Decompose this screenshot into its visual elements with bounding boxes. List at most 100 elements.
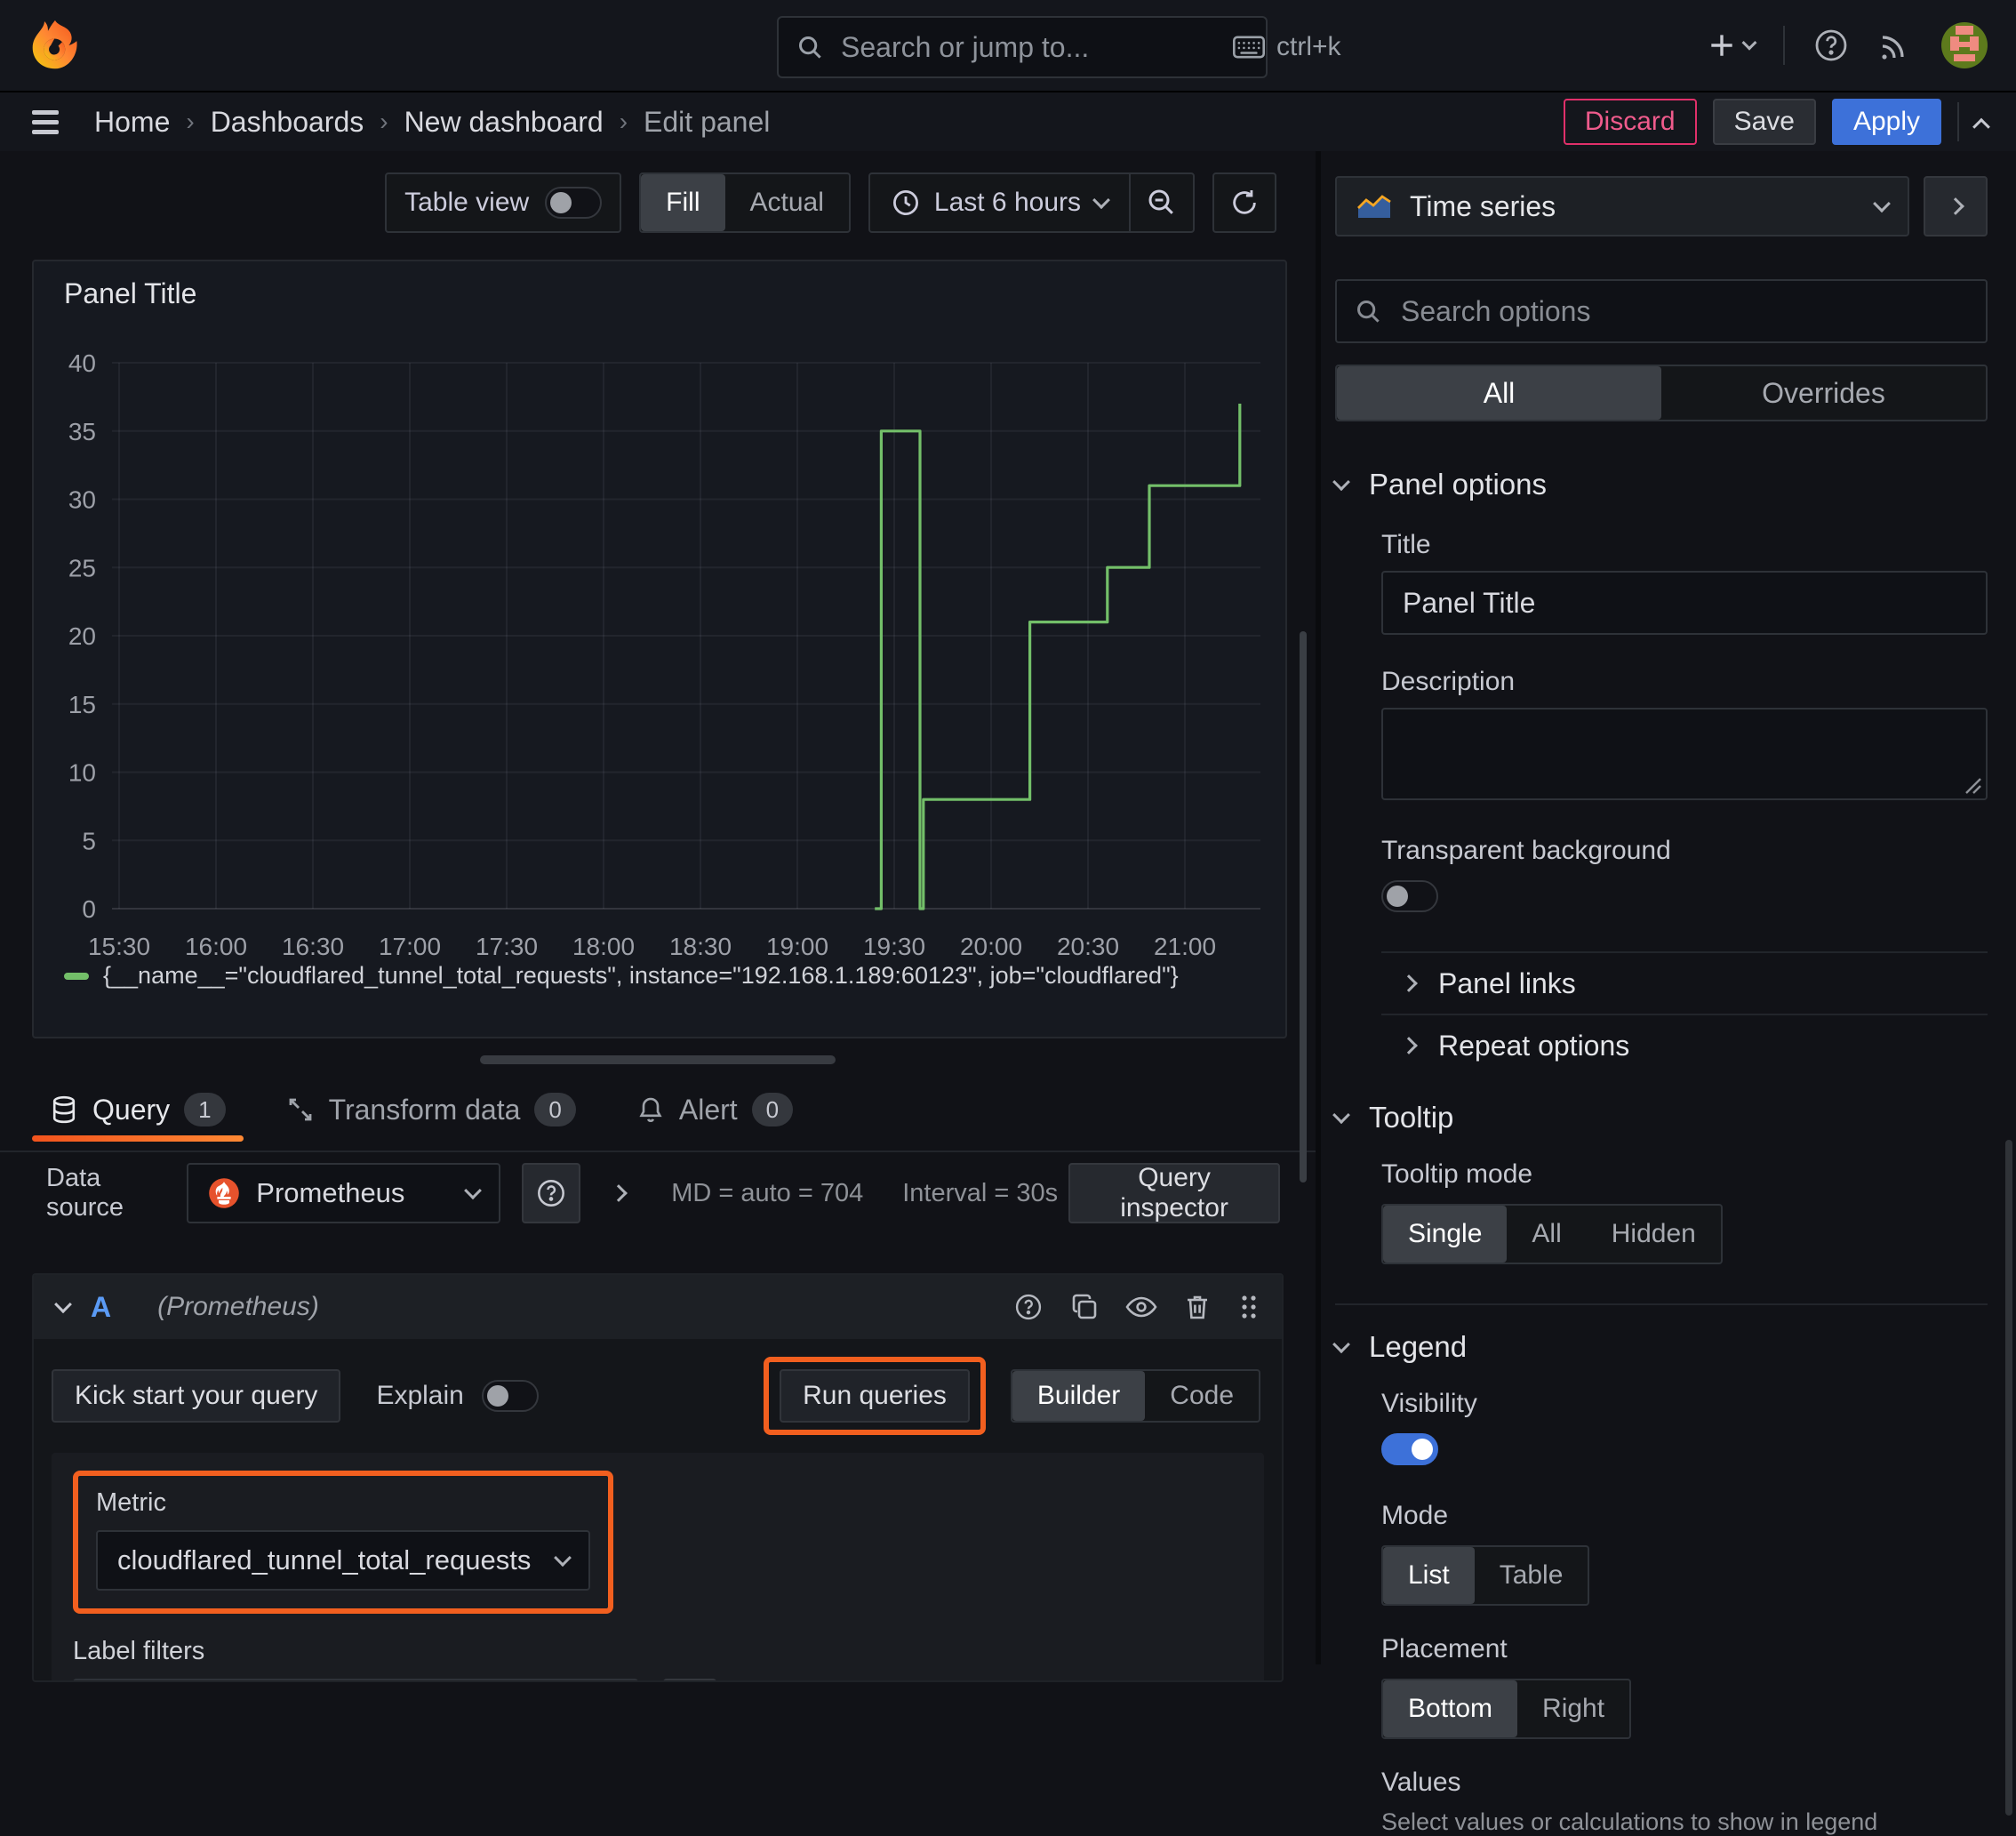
chevron-down-icon <box>464 1182 483 1200</box>
grafana-logo-icon[interactable] <box>28 19 82 72</box>
tab-transform[interactable]: Transform data 0 <box>286 1085 576 1134</box>
divider <box>1335 1303 1988 1305</box>
select-label-dropdown[interactable]: Select label <box>75 1680 284 1682</box>
breadcrumb-new-dashboard[interactable]: New dashboard <box>404 106 604 139</box>
visualization-select[interactable]: Time series <box>1335 176 1909 237</box>
sidebar-scrollbar[interactable] <box>2005 1140 2012 1816</box>
news-rss-button[interactable] <box>1877 28 1913 63</box>
drag-handle-icon[interactable] <box>1237 1293 1259 1321</box>
code-option[interactable]: Code <box>1145 1371 1259 1421</box>
select-value-dropdown[interactable]: Select value <box>367 1680 583 1682</box>
breadcrumb-home[interactable]: Home <box>94 106 170 139</box>
topbar-actions <box>1707 22 1988 68</box>
toggle-visibility-icon[interactable] <box>1125 1293 1157 1321</box>
kick-start-query-button[interactable]: Kick start your query <box>52 1369 341 1423</box>
resize-handle[interactable] <box>480 1055 836 1064</box>
panel-title-input[interactable] <box>1381 571 1988 635</box>
apply-button[interactable]: Apply <box>1831 99 1941 145</box>
discard-button[interactable]: Discard <box>1563 99 1697 145</box>
chart-legend[interactable]: {__name__="cloudflared_tunnel_total_requ… <box>64 962 1179 990</box>
tooltip-all-option[interactable]: All <box>1507 1206 1586 1263</box>
panel-options-header[interactable]: Panel options <box>1332 468 1988 501</box>
placement-bottom-option[interactable]: Bottom <box>1383 1680 1518 1737</box>
datasource-label: Data source <box>46 1164 124 1222</box>
placement-right-option[interactable]: Right <box>1517 1680 1629 1737</box>
actual-option[interactable]: Actual <box>725 174 849 231</box>
global-search[interactable]: ctrl+k <box>777 16 1341 78</box>
x-tick-label: 20:00 <box>960 933 1022 960</box>
datasource-help-button[interactable] <box>522 1163 581 1223</box>
metric-select[interactable]: cloudflared_tunnel_total_requests <box>96 1530 590 1591</box>
tooltip-title: Tooltip <box>1369 1101 1454 1134</box>
tab-overrides[interactable]: Overrides <box>1661 366 1986 420</box>
legend-list-option[interactable]: List <box>1383 1547 1475 1604</box>
remove-filter-button[interactable]: ✕ <box>583 1680 636 1682</box>
y-tick-label: 5 <box>82 827 96 854</box>
chart-panel[interactable]: Panel Title 15:30 16:00 16:30 17:00 17:30 18:… <box>32 260 1287 1038</box>
collapse-options-button[interactable] <box>1924 176 1988 237</box>
repeat-options-label: Repeat options <box>1438 1029 1630 1062</box>
x-tick-label: 18:00 <box>572 933 635 960</box>
legend-header[interactable]: Legend <box>1332 1330 1988 1364</box>
chevron-down-icon <box>1873 195 1891 213</box>
tooltip-hidden-option[interactable]: Hidden <box>1587 1206 1721 1263</box>
query-editor-card: A (Prometheus) Kick start your query Exp… <box>32 1273 1284 1682</box>
repeat-options-section[interactable]: Repeat options <box>1381 1015 1988 1076</box>
tab-alert[interactable]: Alert 0 <box>636 1085 794 1134</box>
add-filter-button[interactable]: + <box>662 1679 716 1680</box>
breadcrumb-dashboards[interactable]: Dashboards <box>211 106 364 139</box>
user-avatar[interactable] <box>1941 22 1988 68</box>
help-button[interactable] <box>1813 28 1849 63</box>
search-options-input[interactable] <box>1397 293 1968 330</box>
main-scrollbar[interactable] <box>1300 631 1307 1183</box>
breadcrumb: Home › Dashboards › New dashboard › Edit… <box>94 106 770 139</box>
query-datasource-hint: (Prometheus) <box>157 1292 319 1321</box>
explain-toggle[interactable] <box>481 1380 539 1412</box>
query-row-header[interactable]: A (Prometheus) <box>34 1275 1282 1339</box>
resize-grip-icon[interactable] <box>1964 777 1982 795</box>
y-tick-label: 40 <box>68 349 96 377</box>
tooltip-header[interactable]: Tooltip <box>1332 1101 1988 1134</box>
y-tick-label: 10 <box>68 759 96 787</box>
duplicate-query-icon[interactable] <box>1070 1293 1099 1321</box>
chevron-right-icon <box>1400 1037 1418 1054</box>
search-input[interactable] <box>837 28 1218 66</box>
save-button[interactable]: Save <box>1712 99 1816 145</box>
menu-toggle-icon[interactable] <box>28 107 62 138</box>
builder-option[interactable]: Builder <box>1012 1371 1146 1421</box>
panel-options-body: Title Description Transparent background… <box>1381 530 1988 1076</box>
query-inspector-button[interactable]: Query inspector <box>1068 1163 1280 1223</box>
zoom-out-button[interactable] <box>1129 174 1193 231</box>
x-tick-label: 21:00 <box>1154 933 1216 960</box>
datasource-select[interactable]: Prometheus <box>187 1163 501 1223</box>
chevron-right-icon[interactable] <box>610 1184 628 1202</box>
tab-query-label: Query <box>92 1093 171 1126</box>
transparent-background-toggle[interactable] <box>1381 880 1438 912</box>
label-filter-row: Select label = Select value <box>73 1679 1243 1682</box>
grafana-edit-panel: ctrl+k <box>0 0 2016 1835</box>
time-series-chart[interactable]: 15:30 16:00 16:30 17:00 17:30 18:00 18:30 19:00… <box>34 261 1289 1040</box>
legend-visibility-toggle[interactable] <box>1381 1433 1438 1465</box>
time-range-button[interactable]: Last 6 hours <box>870 174 1129 231</box>
add-button[interactable] <box>1707 30 1757 60</box>
operator-dropdown[interactable]: = <box>284 1680 367 1682</box>
table-view-toggle[interactable] <box>545 187 603 219</box>
delete-query-icon[interactable] <box>1184 1293 1211 1321</box>
panel-links-section[interactable]: Panel links <box>1381 953 1988 1014</box>
query-help-icon[interactable] <box>1013 1292 1044 1322</box>
run-queries-button[interactable]: Run queries <box>780 1369 970 1423</box>
tab-query[interactable]: Query 1 <box>32 1085 244 1142</box>
clock-icon <box>892 188 920 217</box>
search-options-box[interactable] <box>1335 279 1988 343</box>
fill-option[interactable]: Fill <box>641 174 725 231</box>
description-textarea[interactable] <box>1381 708 1988 800</box>
search-icon <box>1355 298 1381 325</box>
panel-toolbar: Table view Fill Actual Last 6 hours <box>0 172 1316 233</box>
legend-table-option[interactable]: Table <box>1475 1547 1588 1604</box>
shortcut-hint: ctrl+k <box>1232 32 1341 62</box>
collapse-header-button[interactable] <box>1972 116 1990 136</box>
tooltip-single-option[interactable]: Single <box>1383 1206 1508 1263</box>
refresh-button[interactable] <box>1212 172 1276 233</box>
tab-all[interactable]: All <box>1337 366 1661 420</box>
alert-count-badge: 0 <box>751 1093 794 1126</box>
